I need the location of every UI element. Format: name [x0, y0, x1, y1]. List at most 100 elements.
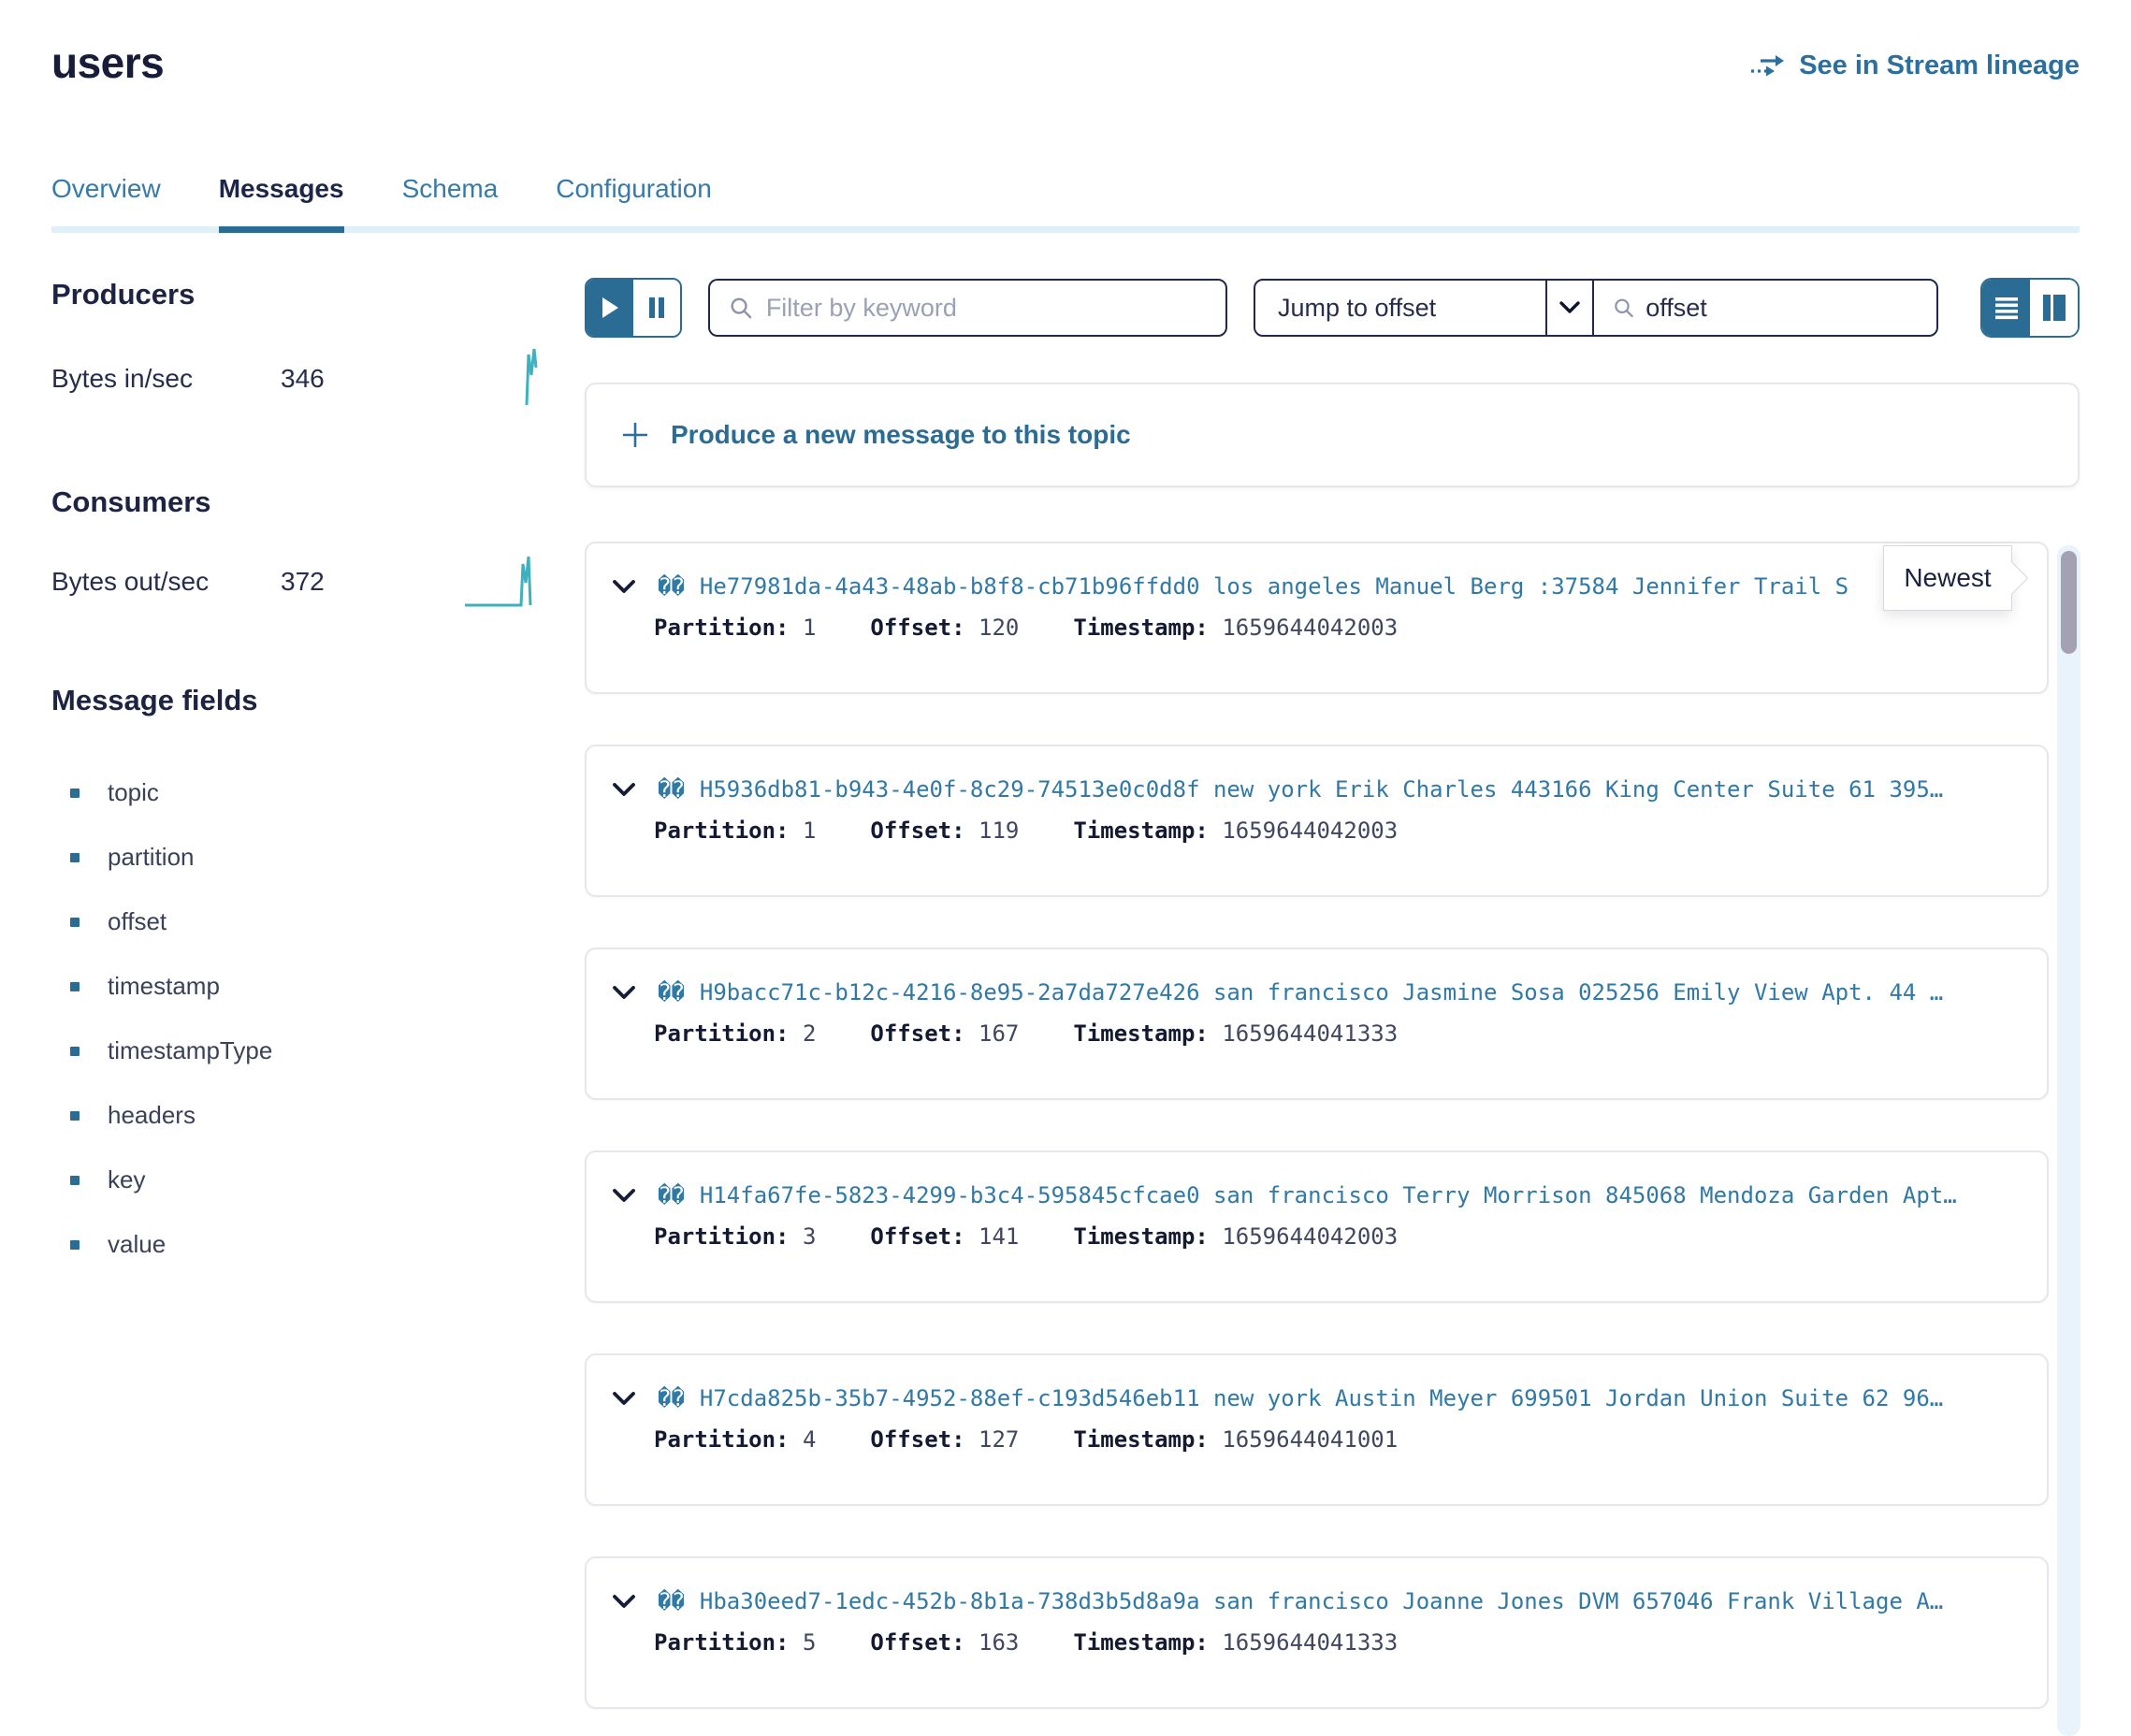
bullet-icon	[70, 1111, 80, 1121]
field-item-partition[interactable]: partition	[51, 825, 585, 890]
replacement-char-glyphs: ��	[658, 1385, 685, 1411]
offset-label: Offset:	[870, 1223, 964, 1250]
bytes-in-sparkline-icon	[510, 345, 547, 412]
bytes-out-value: 372	[281, 567, 325, 597]
newest-tooltip-label: Newest	[1904, 563, 1991, 593]
message-row[interactable]: �� He77981da-4a43-48ab-b8f8-cb71b96ffdd0…	[585, 542, 2049, 694]
message-meta: Partition: 3 Offset: 141 Timestamp: 1659…	[587, 1208, 2047, 1250]
partition-label: Partition:	[654, 615, 790, 641]
list-view-icon	[1994, 296, 2019, 320]
message-key-text: H14fa67fe-5823-4299-b3c4-595845cfcae0 sa…	[700, 1182, 1957, 1208]
tab-configuration[interactable]: Configuration	[556, 174, 712, 226]
producers-heading: Producers	[51, 278, 585, 311]
newest-tooltip: Newest	[1883, 545, 2012, 611]
message-key-text: H7cda825b-35b7-4952-88ef-c193d546eb11 ne…	[700, 1385, 1943, 1411]
messages-panel: Jump to offset	[585, 278, 2080, 1709]
lineage-arrow-icon	[1750, 52, 1788, 80]
field-item-timestamp[interactable]: timestamp	[51, 954, 585, 1019]
expand-chevron-icon[interactable]	[611, 1590, 637, 1613]
scrollbar-thumb[interactable]	[2061, 551, 2077, 654]
partition-value: 1	[803, 817, 816, 844]
field-item-headers[interactable]: headers	[51, 1083, 585, 1148]
timestamp-value: 1659644042003	[1222, 1223, 1398, 1250]
message-row[interactable]: �� H7cda825b-35b7-4952-88ef-c193d546eb11…	[585, 1353, 2049, 1506]
message-key-text: Hba30eed7-1edc-452b-8b1a-738d3b5d8a9a sa…	[700, 1588, 1943, 1614]
tab-bar: Overview Messages Schema Configuration	[51, 174, 2080, 233]
offset-label: Offset:	[870, 817, 964, 844]
chevron-down-icon[interactable]	[1545, 281, 1594, 335]
timestamp-label: Timestamp:	[1073, 1629, 1209, 1656]
timestamp-label: Timestamp:	[1073, 817, 1209, 844]
offset-value: 141	[979, 1223, 1019, 1250]
message-key-text: He77981da-4a43-48ab-b8f8-cb71b96ffdd0 lo…	[700, 573, 1848, 600]
offset-label: Offset:	[870, 1426, 964, 1453]
metrics-sidebar: Producers Bytes in/sec 346 Consumers Byt…	[51, 278, 585, 1709]
offset-value: 163	[979, 1629, 1019, 1656]
search-icon	[729, 295, 753, 321]
replacement-char-glyphs: ��	[658, 979, 685, 1005]
partition-value: 4	[803, 1426, 816, 1453]
offset-label: Offset:	[870, 1020, 964, 1047]
message-list: �� He77981da-4a43-48ab-b8f8-cb71b96ffdd0…	[585, 542, 2080, 1709]
partition-value: 3	[803, 1223, 816, 1250]
field-item-value[interactable]: value	[51, 1212, 585, 1277]
message-list-scrollbar[interactable]	[2057, 545, 2080, 1736]
filter-input[interactable]	[766, 294, 1207, 323]
stream-lineage-link[interactable]: See in Stream lineage	[1750, 51, 2080, 81]
play-button[interactable]	[587, 280, 633, 336]
message-meta: Partition: 1 Offset: 120 Timestamp: 1659…	[587, 600, 2047, 641]
bytes-out-sparkline-icon	[463, 553, 547, 611]
message-meta: Partition: 1 Offset: 119 Timestamp: 1659…	[587, 803, 2047, 844]
field-item-key[interactable]: key	[51, 1148, 585, 1212]
tab-messages[interactable]: Messages	[219, 174, 344, 226]
tab-overview[interactable]: Overview	[51, 174, 161, 226]
jump-to-offset-select[interactable]: Jump to offset	[1255, 281, 1545, 335]
replacement-char-glyphs: ��	[658, 776, 685, 803]
plus-icon	[620, 420, 650, 450]
bullet-icon	[70, 1176, 80, 1185]
expand-chevron-icon[interactable]	[611, 575, 637, 598]
timestamp-label: Timestamp:	[1073, 1020, 1209, 1047]
timestamp-label: Timestamp:	[1073, 1223, 1209, 1250]
play-icon	[600, 296, 620, 320]
messages-toolbar: Jump to offset	[585, 278, 2080, 338]
field-item-timestampType[interactable]: timestampType	[51, 1019, 585, 1083]
field-item-offset[interactable]: offset	[51, 890, 585, 954]
message-row[interactable]: �� H14fa67fe-5823-4299-b3c4-595845cfcae0…	[585, 1150, 2049, 1303]
field-item-topic[interactable]: topic	[51, 760, 585, 825]
expand-chevron-icon[interactable]	[611, 1387, 637, 1410]
pause-icon	[647, 296, 666, 320]
timestamp-value: 1659644041001	[1222, 1426, 1398, 1453]
partition-label: Partition:	[654, 1629, 790, 1656]
page-title: users	[51, 37, 164, 88]
bytes-out-stat: Bytes out/sec 372	[51, 553, 585, 611]
column-view-icon	[2042, 294, 2066, 322]
produce-message-button[interactable]: Produce a new message to this topic	[585, 383, 2080, 487]
play-pause-group	[585, 278, 682, 338]
message-key-text: H9bacc71c-b12c-4216-8e95-2a7da727e426 sa…	[700, 979, 1943, 1005]
replacement-char-glyphs: ��	[658, 1588, 685, 1614]
list-view-button[interactable]	[1982, 280, 2030, 336]
message-meta: Partition: 5 Offset: 163 Timestamp: 1659…	[587, 1614, 2047, 1656]
column-view-button[interactable]	[2030, 280, 2078, 336]
expand-chevron-icon[interactable]	[611, 1184, 637, 1207]
message-row[interactable]: �� Hba30eed7-1edc-452b-8b1a-738d3b5d8a9a…	[585, 1556, 2049, 1709]
page-header: users See in Stream lineage	[51, 37, 2080, 88]
tab-schema[interactable]: Schema	[402, 174, 499, 226]
message-row[interactable]: �� H9bacc71c-b12c-4216-8e95-2a7da727e426…	[585, 948, 2049, 1100]
timestamp-value: 1659644042003	[1222, 615, 1398, 641]
partition-label: Partition:	[654, 817, 790, 844]
pause-button[interactable]	[633, 280, 680, 336]
expand-chevron-icon[interactable]	[611, 778, 637, 801]
topic-page: users See in Stream lineage Overview Mes…	[0, 0, 2131, 1709]
timestamp-value: 1659644041333	[1222, 1020, 1398, 1047]
partition-label: Partition:	[654, 1223, 790, 1250]
timestamp-label: Timestamp:	[1073, 615, 1209, 641]
expand-chevron-icon[interactable]	[611, 981, 637, 1004]
partition-value: 1	[803, 615, 816, 641]
filter-field	[708, 279, 1227, 337]
timestamp-value: 1659644042003	[1222, 817, 1398, 844]
offset-label: Offset:	[870, 615, 964, 641]
offset-search-input[interactable]	[1645, 294, 1918, 323]
message-row[interactable]: �� H5936db81-b943-4e0f-8c29-74513e0c0d8f…	[585, 745, 2049, 897]
